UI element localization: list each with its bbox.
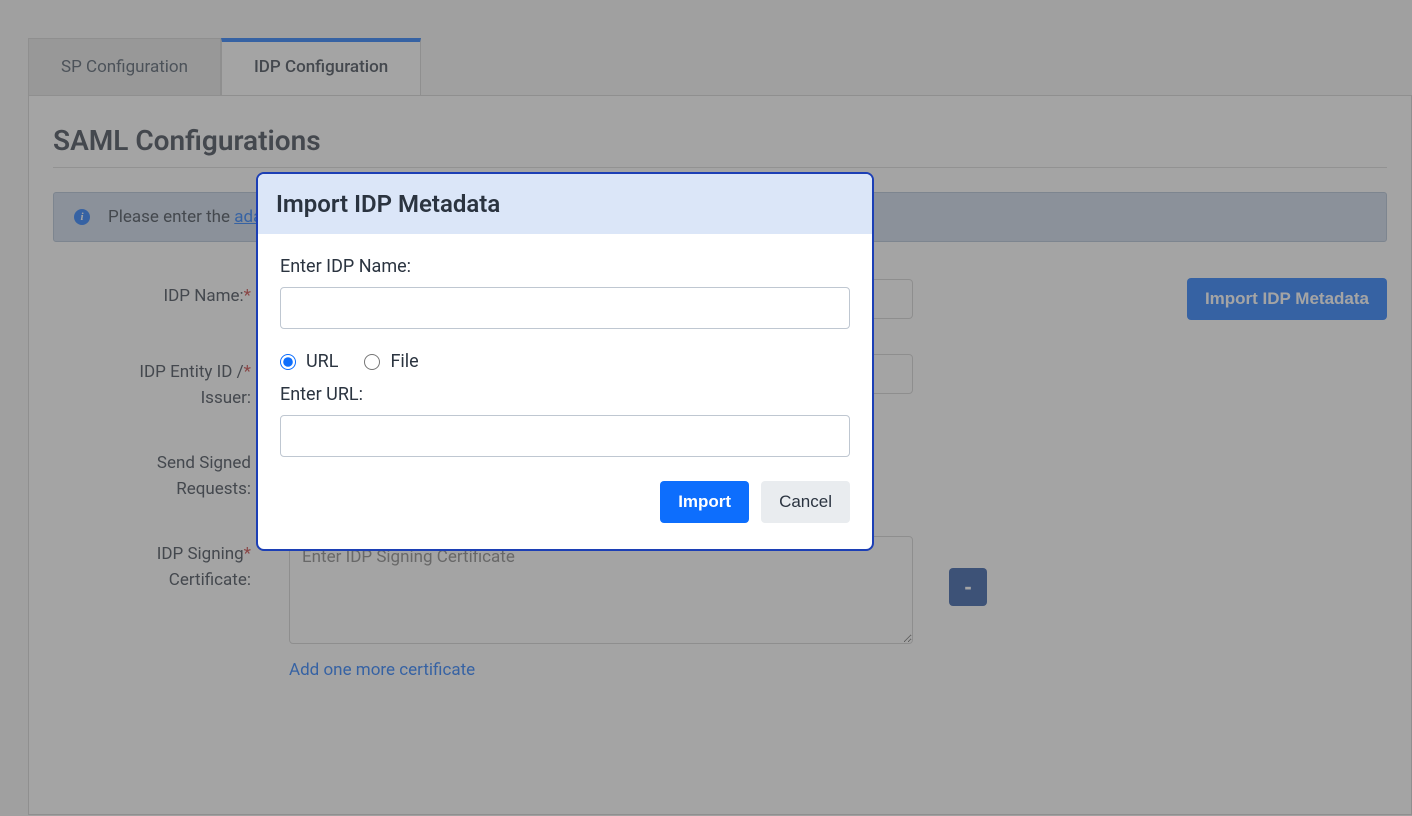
modal-url-label: Enter URL: [280,384,850,405]
modal-url-input[interactable] [280,415,850,457]
modal-idp-name-input[interactable] [280,287,850,329]
radio-file[interactable] [364,354,380,370]
radio-file-label: File [390,351,418,372]
modal-import-button[interactable]: Import [660,481,749,523]
modal-actions: Import Cancel [280,481,850,523]
modal-cancel-button[interactable]: Cancel [761,481,850,523]
modal-idp-name-label: Enter IDP Name: [280,256,850,277]
modal-title: Import IDP Metadata [276,190,854,218]
modal-overlay[interactable]: Import IDP Metadata Enter IDP Name: URL … [0,0,1412,816]
modal-body: Enter IDP Name: URL File Enter URL: Impo… [258,234,872,549]
import-metadata-modal: Import IDP Metadata Enter IDP Name: URL … [256,172,874,551]
radio-url-label: URL [306,351,338,372]
modal-source-radios: URL File [280,351,850,372]
radio-url[interactable] [280,354,296,370]
modal-header: Import IDP Metadata [258,174,872,234]
